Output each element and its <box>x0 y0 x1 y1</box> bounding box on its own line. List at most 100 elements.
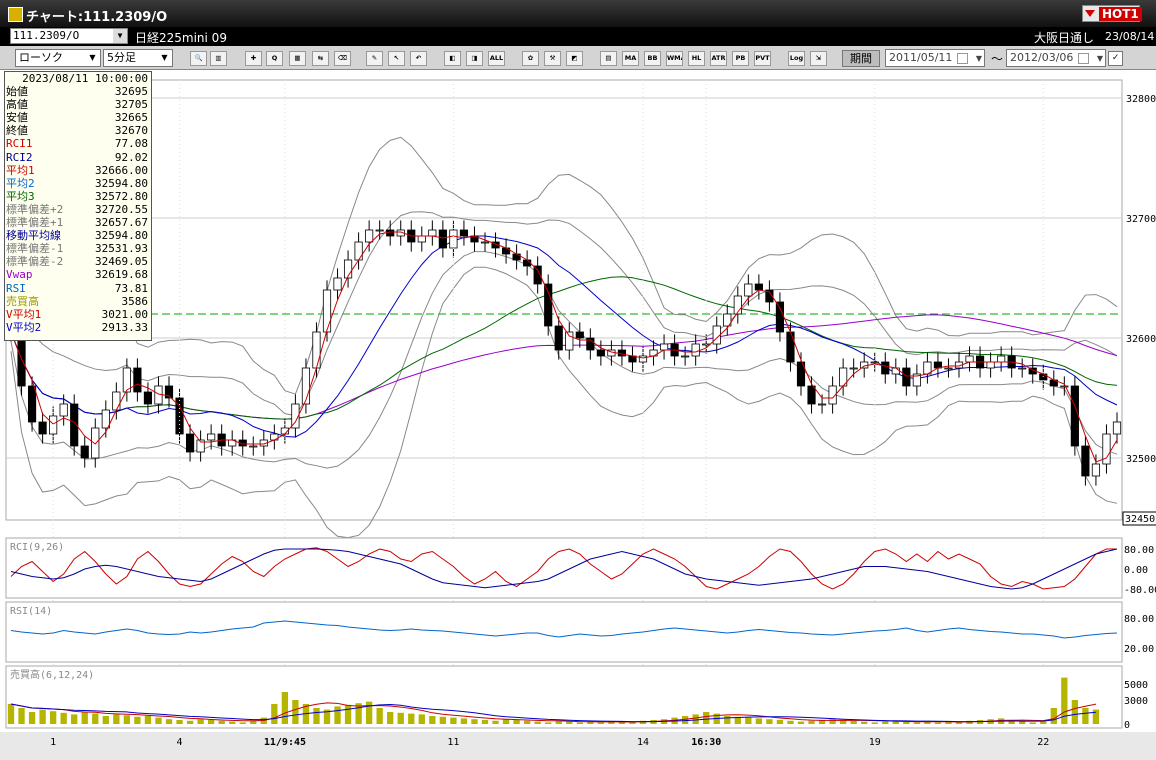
candle <box>565 331 574 351</box>
date-to-value: 2012/03/06 <box>1010 51 1074 64</box>
log-icon[interactable]: Log <box>788 51 805 66</box>
atr-icon[interactable]: ATR <box>710 51 727 66</box>
chevron-down-icon[interactable]: ▼ <box>976 51 982 67</box>
candle <box>1112 421 1122 435</box>
candle <box>312 331 321 369</box>
scroll-icon[interactable]: ▥ <box>210 51 227 66</box>
candle-left-icon[interactable]: ◧ <box>444 51 461 66</box>
volume-bar <box>123 715 131 724</box>
date-to-field[interactable]: 2012/03/06 ▼ <box>1006 49 1106 67</box>
hot-button[interactable]: HOT1 <box>1082 5 1142 22</box>
volume-bar <box>787 720 794 724</box>
candle <box>27 385 37 423</box>
volume-bar <box>1029 722 1036 724</box>
date-from-field[interactable]: 2011/05/11 ▼ <box>885 49 985 67</box>
volume-bar <box>387 712 394 724</box>
chevron-down-icon[interactable]: ▼ <box>86 51 99 65</box>
candle <box>101 409 110 429</box>
volume-bar <box>376 708 383 724</box>
period-button[interactable]: 期間 <box>842 50 880 67</box>
eraser-icon[interactable]: ⌫ <box>334 51 351 66</box>
candle <box>386 229 395 237</box>
pb-icon[interactable]: PB <box>732 51 749 66</box>
info-row: 始値 32695 <box>5 85 151 98</box>
chevron-down-icon[interactable]: ▼ <box>158 51 171 65</box>
time-axis-label: 11/9:45 <box>264 737 306 748</box>
candle-right-icon[interactable]: ◨ <box>466 51 483 66</box>
time-axis-label: 11 <box>447 737 459 748</box>
info-value: 32665 <box>114 111 148 125</box>
info-row: V平均2 2913.33 <box>5 321 151 334</box>
volume-bar <box>229 721 236 724</box>
info-datetime: 2023/08/11 10:00:00 <box>22 72 148 85</box>
sub-panel-frame <box>5 665 1123 729</box>
color-icon[interactable]: ◩ <box>566 51 583 66</box>
date-from-value: 2011/05/11 <box>889 51 953 64</box>
info-label: RCI1 <box>6 137 33 151</box>
info-label: V平均1 <box>6 307 42 321</box>
info-value: 2913.33 <box>101 320 148 334</box>
candle <box>354 241 363 261</box>
exit-icon[interactable]: ⇲ <box>810 51 827 66</box>
grid-icon[interactable]: ▦ <box>289 51 306 66</box>
volume-bar <box>934 722 942 724</box>
split-icon[interactable]: ⇆ <box>312 51 329 66</box>
info-value: 3021.00 <box>101 307 148 321</box>
candle <box>691 343 700 357</box>
candle <box>944 367 953 370</box>
candle <box>80 445 89 459</box>
info-value: 32695 <box>114 85 148 99</box>
tool-icon[interactable]: ⚒ <box>544 51 561 66</box>
sub-panel-tick-label: 80.00 <box>1124 614 1154 625</box>
info-row: 売買高 3586 <box>5 295 151 308</box>
undo-icon[interactable]: ↶ <box>410 51 427 66</box>
interval-value: 5分足 <box>107 51 136 64</box>
grid2-icon[interactable]: ▤ <box>600 51 617 66</box>
cross-icon[interactable]: ✚ <box>245 51 262 66</box>
volume-bar <box>850 720 857 724</box>
candle <box>681 355 690 358</box>
ma-icon[interactable]: MA <box>622 51 639 66</box>
symbol-select[interactable]: 111.2309/O ▼ <box>10 28 128 44</box>
candle <box>185 433 195 453</box>
time-axis-label: 4 <box>177 737 183 748</box>
info-row: 平均3 32572.80 <box>5 190 151 203</box>
time-axis-label: 16:30 <box>691 737 721 748</box>
zoom-icon[interactable]: 🔍 <box>190 51 207 66</box>
gear-icon[interactable]: ✿ <box>522 51 539 66</box>
info-label: 標準偏差-2 <box>6 255 64 269</box>
candle <box>554 325 563 351</box>
chart-area[interactable]: 32800327003260032500324501 4 11/9:45 11 14 16… <box>0 70 1156 760</box>
all-icon[interactable]: ALL <box>488 51 505 66</box>
app-icon <box>8 7 23 22</box>
search-price-icon[interactable]: Q <box>266 51 283 66</box>
interval-select[interactable]: 5分足 ▼ <box>103 49 173 67</box>
volume-bar <box>545 722 552 724</box>
volume-bar <box>534 721 541 724</box>
info-value: 32531.93 <box>95 242 148 256</box>
calendar-icon[interactable] <box>957 53 968 64</box>
chevron-down-icon[interactable]: ▼ <box>113 29 127 43</box>
pencil-icon[interactable]: ✎ <box>366 51 383 66</box>
sub-panel-tick-label: 20.00 <box>1124 644 1154 655</box>
session-label: 大阪日通し <box>1034 31 1095 45</box>
info-row: RSI 73.81 <box>5 282 151 295</box>
toolbar: ローソク ▼ 5分足 ▼ 🔍▥ ✚ Q ▦ ⇆ ⌫ ✎ ↖ ↶ ◧ ◨ ALL ✿ ⚒ ◩ ▤ MA BB WMA H… <box>0 46 1156 70</box>
info-row: 標準偏差-1 32531.93 <box>5 242 151 255</box>
hl-icon[interactable]: HL <box>688 51 705 66</box>
volume-bar <box>344 704 352 724</box>
chevron-down-icon[interactable]: ▼ <box>1097 51 1103 67</box>
period-checkbox[interactable]: ✓ <box>1108 51 1123 66</box>
sub-panel-tick-label: 0.00 <box>1124 565 1148 576</box>
product-name: 日経225mini 09 <box>135 31 227 45</box>
pvt-icon[interactable]: PVT <box>754 51 771 66</box>
calendar-icon[interactable] <box>1078 53 1089 64</box>
bb-icon[interactable]: BB <box>644 51 661 66</box>
chart-type-select[interactable]: ローソク ▼ <box>15 49 101 67</box>
candle <box>375 229 384 232</box>
wma-icon[interactable]: WMA <box>666 51 683 66</box>
volume-bar <box>239 722 246 724</box>
cursor-icon[interactable]: ↖ <box>388 51 405 66</box>
candle <box>881 361 890 375</box>
volume-bar <box>271 704 278 724</box>
